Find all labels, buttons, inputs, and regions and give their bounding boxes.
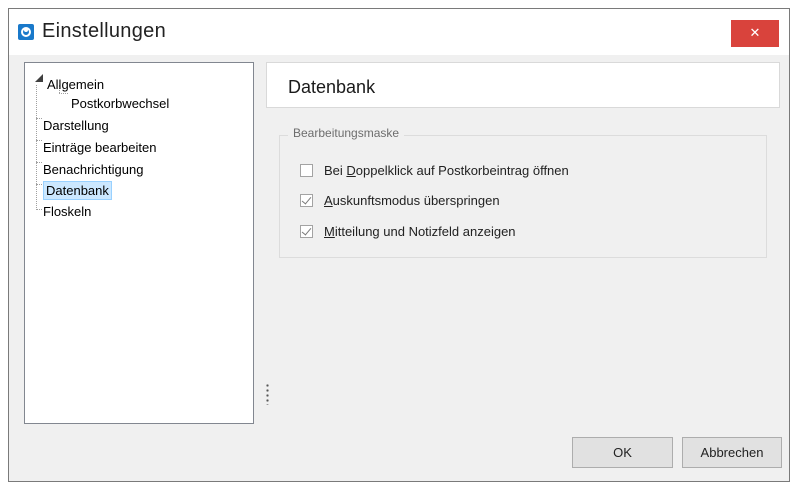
expand-toggle-icon[interactable]: [35, 74, 43, 82]
close-button[interactable]: [731, 20, 779, 47]
tree-item-eintraege-bearbeiten[interactable]: Einträge bearbeiten: [43, 139, 156, 156]
ok-button[interactable]: OK: [572, 437, 673, 468]
app-icon: [18, 24, 34, 40]
content-header: Datenbank: [266, 62, 780, 108]
settings-tree[interactable]: Allgemein Postkorbwechsel Darstellung Ei…: [24, 62, 254, 424]
tree-item-datenbank[interactable]: Datenbank: [43, 181, 112, 200]
option-label: Bei Doppelklick auf Postkorbeintrag öffn…: [324, 162, 569, 178]
tree-item-benachrichtigung[interactable]: Benachrichtigung: [43, 161, 143, 178]
tree-item-floskeln[interactable]: Floskeln: [43, 203, 91, 220]
group-label: Bearbeitungsmaske: [288, 126, 405, 140]
tree-item-darstellung[interactable]: Darstellung: [43, 117, 109, 134]
title-bar: Einstellungen: [9, 9, 789, 55]
tree-item-allgemein[interactable]: Allgemein: [47, 76, 104, 93]
option-auskunftsmodus[interactable]: Auskunftsmodus überspringen: [300, 191, 500, 209]
checkbox-mitteilung[interactable]: [300, 224, 313, 238]
checkbox-doppelklick[interactable]: [300, 163, 313, 177]
page-title: Datenbank: [288, 77, 376, 97]
option-doppelklick[interactable]: Bei Doppelklick auf Postkorbeintrag öffn…: [300, 161, 569, 179]
checkbox-auskunftsmodus[interactable]: [300, 193, 313, 207]
splitter-handle[interactable]: [266, 383, 269, 405]
cancel-button[interactable]: Abbrechen: [682, 437, 782, 468]
tree-item-postkorbwechsel[interactable]: Postkorbwechsel: [71, 95, 169, 112]
window-title: Einstellungen: [42, 20, 166, 42]
option-label: Auskunftsmodus überspringen: [324, 192, 500, 208]
option-mitteilung[interactable]: Mitteilung und Notizfeld anzeigen: [300, 222, 516, 240]
option-label: Mitteilung und Notizfeld anzeigen: [324, 223, 516, 239]
